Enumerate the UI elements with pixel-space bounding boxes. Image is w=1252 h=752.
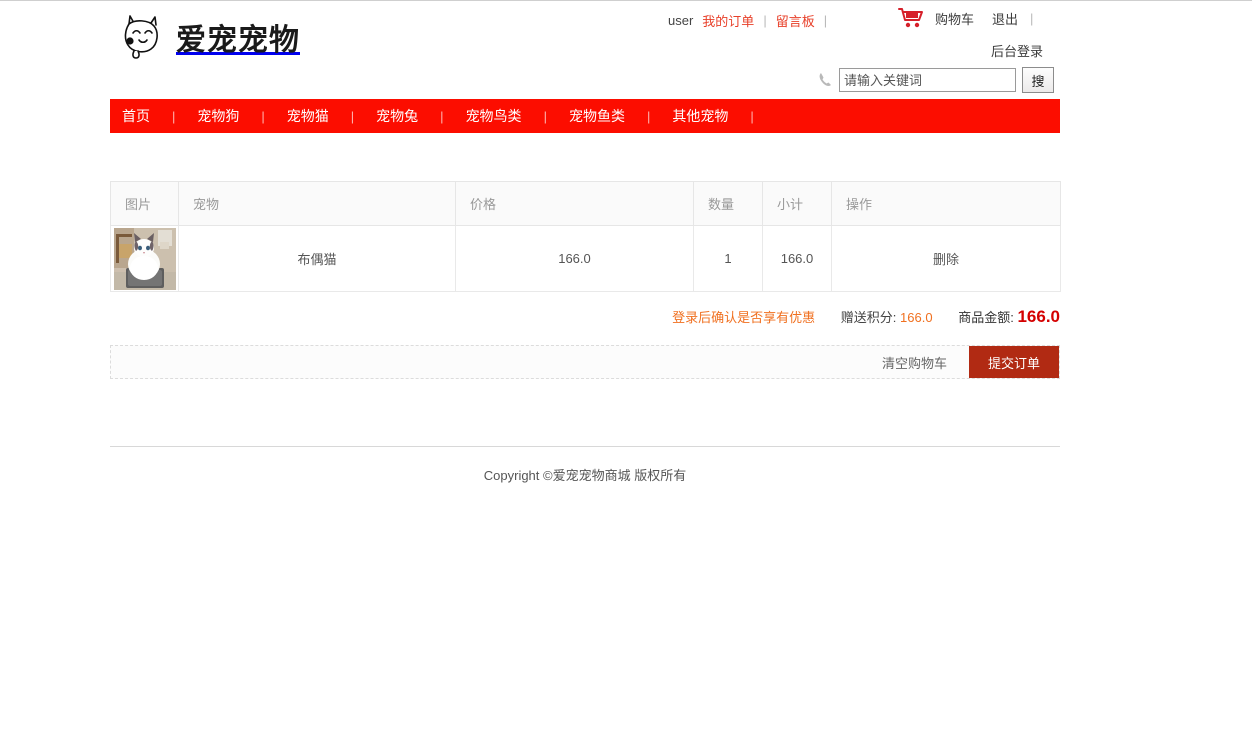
pet-photo	[114, 228, 176, 290]
nav-separator-4: |	[534, 109, 557, 124]
nav-item-2[interactable]: 宠物猫	[275, 106, 341, 126]
cart-table: 图片宠物价格数量小计操作 布偶猫166.01166.0删除	[110, 181, 1061, 292]
points-value: 166.0	[900, 310, 933, 325]
username-label: user	[668, 13, 693, 28]
clear-cart-button[interactable]: 清空购物车	[882, 353, 947, 372]
search-phone-icon	[817, 71, 839, 89]
shopping-cart-icon[interactable]	[898, 7, 935, 29]
cart-header-1: 宠物	[179, 182, 456, 226]
pet-image-cell[interactable]	[111, 226, 179, 292]
cart-totals: 登录后确认是否享有优惠 赠送积分: 166.0 商品金额: 166.0	[110, 307, 1060, 327]
nav-item-5[interactable]: 宠物鱼类	[557, 106, 637, 126]
nav-item-0[interactable]: 首页	[110, 106, 162, 126]
message-board-link[interactable]: 留言板	[776, 11, 815, 30]
page-root: 爱宠宠物 user 我的订单 | 留言板 | 购物车 退出 |	[0, 1, 1252, 97]
nav-separator-6: |	[740, 109, 763, 124]
nav-separator-3: |	[430, 109, 453, 124]
search-box: 搜	[817, 67, 1054, 93]
cart-action-bar: 清空购物车 提交订单	[110, 345, 1060, 379]
cart-table-header-row: 图片宠物价格数量小计操作	[111, 182, 1061, 226]
nav-item-6[interactable]: 其他宠物	[660, 106, 740, 126]
cart-header-5: 操作	[832, 182, 1061, 226]
user-links: user 我的订单 | 留言板 |	[668, 11, 834, 30]
cart-links: 购物车 退出 |	[898, 7, 1033, 29]
pet-name-cell: 布偶猫	[179, 226, 456, 292]
nav-separator-2: |	[341, 109, 364, 124]
search-button[interactable]: 搜	[1022, 67, 1054, 93]
nav-separator-0: |	[162, 109, 185, 124]
amount-label: 商品金额:	[958, 310, 1014, 325]
pet-subtotal-cell: 166.0	[763, 226, 832, 292]
delete-item-button[interactable]: 删除	[933, 252, 959, 267]
nav-item-1[interactable]: 宠物狗	[185, 106, 251, 126]
logo-text: 爱宠宠物	[176, 15, 300, 59]
nav-separator-1: |	[251, 109, 274, 124]
site-logo[interactable]: 爱宠宠物	[118, 13, 300, 61]
admin-login-link[interactable]: 后台登录	[991, 44, 1043, 59]
amount-value: 166.0	[1017, 307, 1060, 326]
my-orders-link[interactable]: 我的订单	[702, 11, 754, 30]
nav-separator-5: |	[637, 109, 660, 124]
cart-header-2: 价格	[456, 182, 694, 226]
footer-divider	[110, 446, 1060, 447]
cart-link[interactable]: 购物车	[935, 9, 974, 28]
dog-head-icon	[118, 13, 168, 61]
cart-header-3: 数量	[694, 182, 763, 226]
user-separator-2: |	[824, 13, 827, 28]
user-separator-1: |	[763, 13, 766, 28]
pet-action-cell: 删除	[832, 226, 1061, 292]
points-label: 赠送积分:	[841, 310, 897, 325]
admin-login-area: 后台登录	[991, 41, 1043, 60]
nav-item-4[interactable]: 宠物鸟类	[454, 106, 534, 126]
copyright-text: Copyright ©爱宠宠物商城 版权所有	[110, 465, 1060, 484]
cart-separator: |	[1030, 11, 1033, 26]
cart-header-4: 小计	[763, 182, 832, 226]
promo-note: 登录后确认是否享有优惠	[672, 310, 815, 325]
search-input[interactable]	[839, 68, 1016, 92]
nav-item-3[interactable]: 宠物兔	[364, 106, 430, 126]
main-nav: 首页|宠物狗|宠物猫|宠物兔|宠物鸟类|宠物鱼类|其他宠物|	[110, 99, 1060, 133]
submit-order-button[interactable]: 提交订单	[969, 346, 1059, 378]
pet-quantity-cell: 1	[694, 226, 763, 292]
pet-price-cell: 166.0	[456, 226, 694, 292]
cart-header-0: 图片	[111, 182, 179, 226]
site-header: 爱宠宠物 user 我的订单 | 留言板 | 购物车 退出 |	[0, 1, 1252, 97]
table-row: 布偶猫166.01166.0删除	[111, 226, 1061, 292]
logout-link[interactable]: 退出	[992, 9, 1018, 28]
